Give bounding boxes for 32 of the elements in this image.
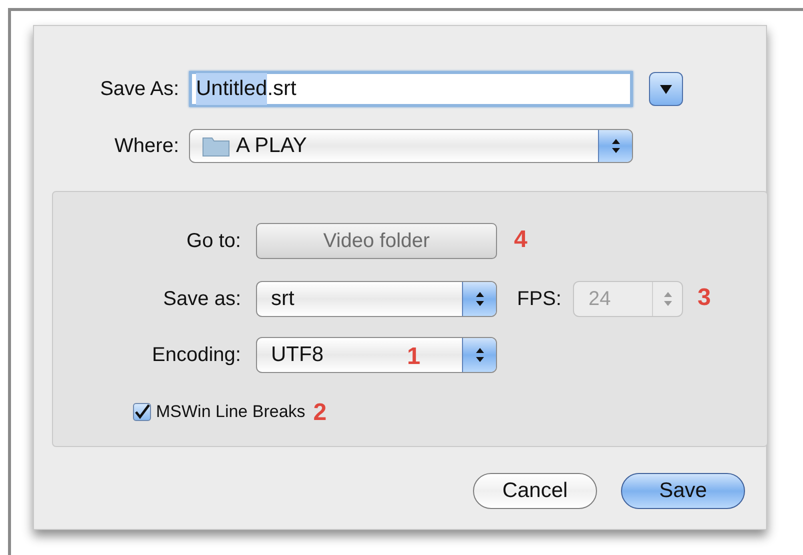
fps-value: 24 [588,287,612,312]
cancel-button[interactable]: Cancel [473,473,597,509]
popup-arrows-icon [598,130,632,162]
annotation-number: 4 [514,226,528,252]
location-popup[interactable]: A PLAY [189,129,633,163]
line-breaks-checkbox[interactable] [133,402,151,420]
where-label: Where: [114,134,179,159]
expand-button[interactable] [649,72,683,106]
folder-icon [202,135,230,157]
annotation-number: 2 [313,399,327,426]
format-popup[interactable]: srt [256,281,497,317]
format-value: srt [271,286,296,312]
encoding-popup[interactable]: UTF8 1 [256,337,497,373]
go-to-label: Go to: [186,229,241,254]
line-breaks-label: MSWin Line Breaks [156,400,306,423]
save-button[interactable]: Save [621,473,745,509]
checkmark-icon [134,404,150,420]
popup-arrows-icon [462,282,496,316]
popup-arrows-icon [462,338,496,372]
encoding-value: UTF8 [271,342,324,368]
annotation-number: 1 [407,342,420,370]
fps-label: FPS: [517,287,562,312]
encoding-label: Encoding: [151,343,241,368]
selected-text: Untitled [196,73,268,105]
stepper-arrows-icon [662,291,673,307]
triangle-down-icon [660,84,672,94]
location-value: A PLAY [236,133,308,160]
save-as-label: Save As: [99,77,179,102]
file-extension-text: .srt [267,76,296,102]
file-name-field[interactable]: Untitled.srt [189,71,633,107]
save-as-format-label: Save as: [162,287,241,312]
annotation-number: 3 [697,284,711,310]
